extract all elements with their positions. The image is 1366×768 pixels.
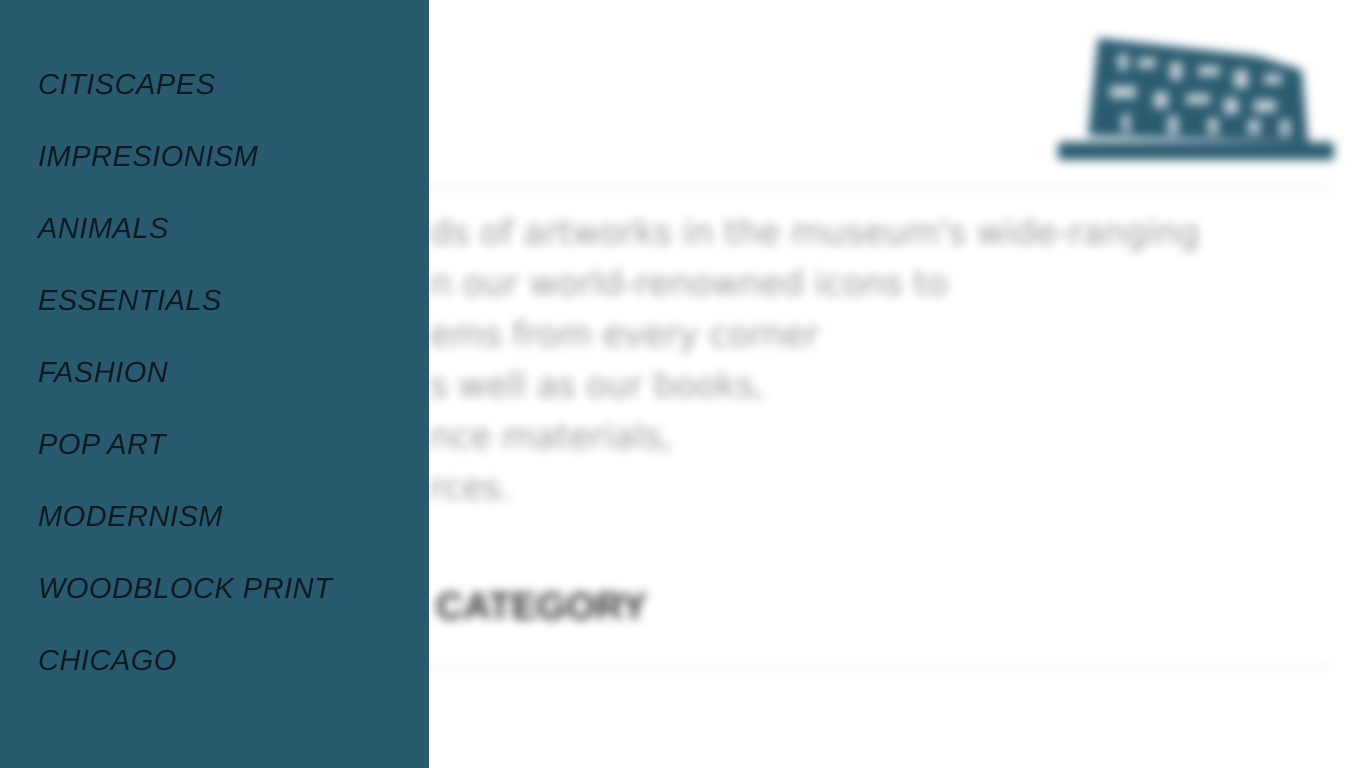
menu-link-chicago[interactable]: CHICAGO (38, 642, 177, 680)
intro-line: n our world-renowned icons to (430, 264, 948, 304)
menu-link-modernism[interactable]: MODERNISM (38, 498, 223, 536)
page: ds of artworks in the museum's wide-rang… (0, 0, 1366, 768)
menu-link-fashion[interactable]: FASHION (38, 354, 168, 392)
intro-line: nce materials, (430, 417, 673, 457)
divider (420, 186, 1334, 188)
intro-line: rces. (430, 468, 512, 508)
intro-line: ds of artworks in the museum's wide-rang… (430, 213, 1200, 253)
menu-link-citiscapes[interactable]: CITISCAPES (38, 66, 215, 104)
category-menu: CITISCAPES IMPRESIONISM ANIMALS ESSENTIA… (38, 66, 332, 714)
menu-item-citiscapes: CITISCAPES (38, 66, 332, 138)
divider (420, 664, 1334, 666)
menu-link-impresionism[interactable]: IMPRESIONISM (38, 138, 258, 176)
intro-line: ems from every corner (430, 315, 819, 355)
menu-item-pop-art: POP ART (38, 426, 332, 498)
menu-link-woodblock-print[interactable]: WOODBLOCK PRINT (38, 570, 332, 608)
menu-link-animals[interactable]: ANIMALS (38, 210, 169, 248)
menu-item-impresionism: IMPRESIONISM (38, 138, 332, 210)
category-nav-drawer: CITISCAPES IMPRESIONISM ANIMALS ESSENTIA… (0, 0, 429, 768)
menu-item-fashion: FASHION (38, 354, 332, 426)
menu-item-essentials: ESSENTIALS (38, 282, 332, 354)
menu-link-essentials[interactable]: ESSENTIALS (38, 282, 222, 320)
menu-item-woodblock-print: WOODBLOCK PRINT (38, 570, 332, 642)
menu-link-pop-art[interactable]: POP ART (38, 426, 166, 464)
menu-item-animals: ANIMALS (38, 210, 332, 282)
category-heading: CATEGORY (436, 586, 648, 628)
intro-line: s well as our books, (430, 366, 765, 406)
menu-item-modernism: MODERNISM (38, 498, 332, 570)
museum-logo-icon[interactable] (1058, 36, 1334, 160)
intro-text: ds of artworks in the museum's wide-rang… (430, 208, 1230, 514)
menu-item-chicago: CHICAGO (38, 642, 332, 714)
